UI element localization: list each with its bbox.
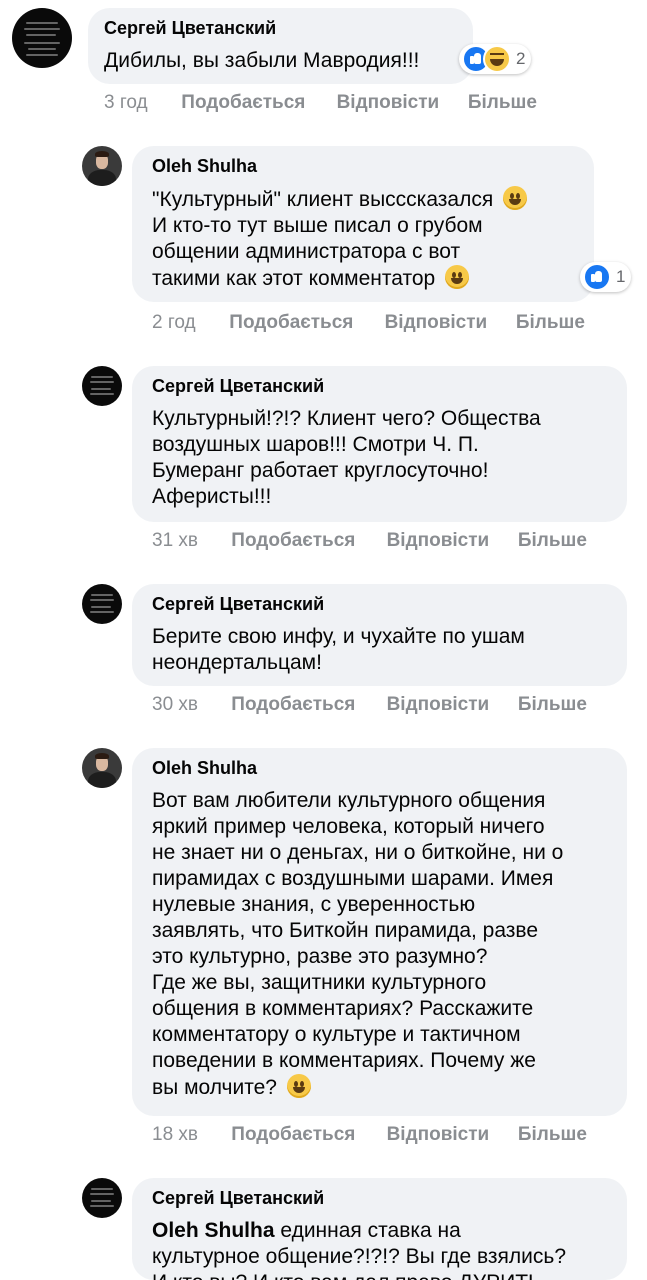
comment-bubble: Сергей Цветанский Берите свою инфу, и чу…	[132, 584, 627, 686]
more-button[interactable]: Більше	[518, 694, 587, 716]
comment-line: И кто-то тут выше писал о грубом	[152, 214, 483, 237]
more-button[interactable]: Більше	[518, 530, 587, 552]
avatar[interactable]	[82, 366, 122, 406]
comment-line: воздушных шаров!!! Смотри Ч. П.	[152, 433, 479, 456]
more-button[interactable]: Більше	[516, 312, 585, 334]
comment-author[interactable]: Oleh Shulha	[152, 758, 257, 779]
comment-line: Аферисты!!!	[152, 485, 272, 508]
comment-line: такими как этот комментатор	[152, 267, 436, 290]
avatar[interactable]	[82, 1178, 122, 1218]
comment-actions: 31 хв Подобається Відповісти Більше	[152, 530, 587, 552]
comment-time[interactable]: 2 год	[152, 312, 224, 334]
like-button[interactable]: Подобається	[231, 530, 381, 552]
avatar[interactable]	[82, 584, 122, 624]
comment-line: Бумеранг работает круглосуточно!	[152, 459, 489, 482]
comment-author[interactable]: Сергей Цветанский	[152, 594, 324, 615]
reply-button[interactable]: Відповісти	[387, 694, 513, 716]
reply-button[interactable]: Відповісти	[387, 1124, 513, 1146]
comment-text: Дибилы, вы забыли Мавродия!!!	[104, 49, 420, 72]
comment-line: яркий пример человека, который ничего	[152, 815, 545, 838]
avatar[interactable]	[82, 748, 122, 788]
comment-time[interactable]: 18 хв	[152, 1124, 226, 1146]
reply-button[interactable]: Відповісти	[385, 312, 511, 334]
comment-author[interactable]: Сергей Цветанский	[152, 376, 324, 397]
like-button[interactable]: Подобається	[181, 92, 331, 114]
comment-line: Культурный!?!? Клиент чего? Общества	[152, 407, 541, 430]
comment-line: это культурно, разве это разумно?	[152, 945, 488, 968]
smile-emoji-icon	[503, 186, 528, 210]
comment-time[interactable]: 30 хв	[152, 694, 226, 716]
comment-line: общения в комментариях? Расскажите	[152, 997, 534, 1020]
comment-author[interactable]: Сергей Цветанский	[152, 1188, 324, 1209]
comment-time[interactable]: 3 год	[104, 92, 176, 114]
comment-line: заявлять, что Биткойн пирамида, разве	[152, 919, 539, 942]
reply-button[interactable]: Відповісти	[387, 530, 513, 552]
reply-button[interactable]: Відповісти	[337, 92, 463, 114]
comment-line: комментатору о культуре и тактичном	[152, 1023, 521, 1046]
more-button[interactable]: Більше	[518, 1124, 587, 1146]
comment-actions: 30 хв Подобається Відповісти Більше	[152, 694, 587, 716]
comment-line: Берите свою инфу, и чухайте по ушам	[152, 625, 525, 648]
comment-bubble: Oleh Shulha Вот вам любители культурного…	[132, 748, 627, 1116]
comment-line: "Культурный" клиент высссказался	[152, 188, 494, 211]
haha-icon	[483, 45, 511, 73]
comment-bubble: Сергей Цветанский Культурный!?!? Клиент …	[132, 366, 627, 522]
comment-bubble: Сергей Цветанский Дибилы, вы забыли Мавр…	[88, 8, 473, 84]
comment-text: Берите свою инфу, и чухайте по ушам неон…	[152, 624, 622, 676]
comment-actions: 2 год Подобається Відповісти Більше	[152, 312, 585, 334]
comment-line: не знает ни о деньгах, ни о биткойне, ни…	[152, 841, 564, 864]
comment-bubble: Oleh Shulha "Культурный" клиент высссказ…	[132, 146, 594, 302]
reactions-count: 1	[616, 267, 626, 286]
like-icon	[583, 263, 611, 291]
like-button[interactable]: Подобається	[229, 312, 379, 334]
comment-line: единная ставка на	[274, 1219, 461, 1242]
reactions-summary[interactable]: 1	[580, 262, 632, 292]
comment-line: нулевые знания, с уверенностью	[152, 893, 476, 916]
comment-line: пирамидах с воздушными шарами. Имея	[152, 867, 554, 890]
reactions-summary[interactable]: 2	[459, 44, 532, 74]
smile-emoji-icon	[286, 1074, 311, 1098]
comment-line: общении администратора с вот	[152, 240, 461, 263]
comment-text: "Культурный" клиент высссказался И кто-т…	[152, 186, 592, 292]
comment-bubble: Сергей Цветанский Oleh Shulha единная ст…	[132, 1178, 627, 1280]
mention-link[interactable]: Oleh Shulha	[152, 1219, 275, 1242]
avatar[interactable]	[82, 146, 122, 186]
comment-line: Где же вы, защитники культурного	[152, 971, 487, 994]
comment-line: Вот вам любители культурного общения	[152, 789, 546, 812]
avatar[interactable]	[12, 8, 72, 68]
more-button[interactable]: Більше	[468, 92, 537, 114]
comment-line: И кто вы? И кто вам дал право ДУРИТЬ	[152, 1270, 622, 1280]
like-button[interactable]: Подобається	[231, 1124, 381, 1146]
comment-line: неондертальцам!	[152, 651, 322, 674]
like-button[interactable]: Подобається	[231, 694, 381, 716]
comment-actions: 3 год Подобається Відповісти Більше	[104, 92, 537, 114]
comment-line: вы молчите?	[152, 1076, 277, 1099]
comment-actions: 18 хв Подобається Відповісти Більше	[152, 1124, 587, 1146]
comment-text: Культурный!?!? Клиент чего? Общества воз…	[152, 406, 622, 510]
comment-author[interactable]: Сергей Цветанский	[104, 18, 276, 39]
comment-time[interactable]: 31 хв	[152, 530, 226, 552]
comment-text: Вот вам любители культурного общения ярк…	[152, 788, 622, 1101]
comment-text: Oleh Shulha единная ставка на культурное…	[152, 1218, 622, 1280]
comment-author[interactable]: Oleh Shulha	[152, 156, 257, 177]
smile-emoji-icon	[445, 265, 470, 289]
comment-line: культурное общение?!?!? Вы где взялись?	[152, 1245, 567, 1268]
reactions-count: 2	[516, 49, 526, 68]
comment-line: поведении в комментариях. Почему же	[152, 1049, 536, 1072]
